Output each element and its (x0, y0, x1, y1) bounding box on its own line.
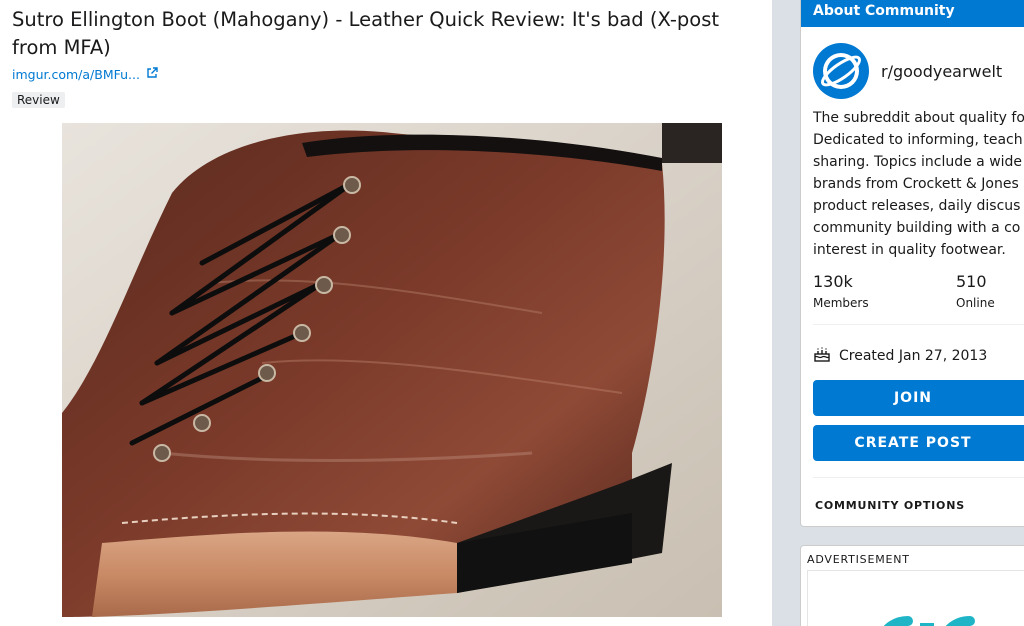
community-identity[interactable]: r/goodyearwelt (813, 43, 1002, 99)
join-button[interactable]: JOIN (813, 380, 1024, 416)
members-stat: 130k Members (813, 272, 956, 310)
external-link-icon[interactable] (146, 67, 158, 82)
community-options-toggle[interactable]: COMMUNITY OPTIONS (815, 499, 965, 512)
online-count: 510 (956, 272, 987, 291)
divider (813, 477, 1024, 478)
post-title[interactable]: Sutro Ellington Boot (Mahogany) - Leathe… (12, 6, 752, 62)
description-line: interest in quality footwear. (813, 242, 1006, 258)
cake-icon (813, 345, 831, 367)
gutter (772, 0, 800, 626)
description-line: community building with a co (813, 220, 1021, 236)
description-line: The subreddit about quality fo (813, 110, 1024, 126)
post-link-text[interactable]: imgur.com/a/BMFu... (12, 67, 140, 82)
post-flair[interactable]: Review (12, 92, 65, 108)
divider (813, 324, 1024, 325)
description-line: Dedicated to informing, teach (813, 132, 1023, 148)
description-line: product releases, daily discus (813, 198, 1021, 214)
ad-graphic (883, 616, 975, 626)
about-community-card: About Community r/goodyearwelt The subre… (800, 0, 1024, 527)
about-community-header: About Community (801, 0, 1024, 27)
created-date: Created Jan 27, 2013 (813, 345, 987, 367)
members-label: Members (813, 296, 869, 310)
description-line: sharing. Topics include a wide (813, 154, 1023, 170)
post-external-link[interactable]: imgur.com/a/BMFu... (12, 67, 158, 82)
community-description: The subreddit about quality fo Dedicated… (813, 107, 1024, 261)
advertisement-frame[interactable] (807, 570, 1024, 626)
create-post-button[interactable]: CREATE POST (813, 425, 1024, 461)
created-text: Created Jan 27, 2013 (839, 348, 988, 364)
members-count: 130k (813, 272, 853, 291)
advertisement-label: ADVERTISEMENT (807, 553, 910, 566)
community-name[interactable]: r/goodyearwelt (881, 62, 1002, 81)
advertisement-card: ADVERTISEMENT (800, 545, 1024, 626)
post-content: Sutro Ellington Boot (Mahogany) - Leathe… (0, 0, 772, 626)
boot-photo (62, 123, 722, 617)
planet-icon[interactable] (813, 43, 869, 99)
post-image[interactable] (62, 123, 722, 617)
description-line: brands from Crockett & Jones (813, 176, 1019, 192)
online-label: Online (956, 296, 995, 310)
online-stat: 510 Online (956, 272, 1024, 310)
community-stats: 130k Members 510 Online (813, 272, 1024, 310)
